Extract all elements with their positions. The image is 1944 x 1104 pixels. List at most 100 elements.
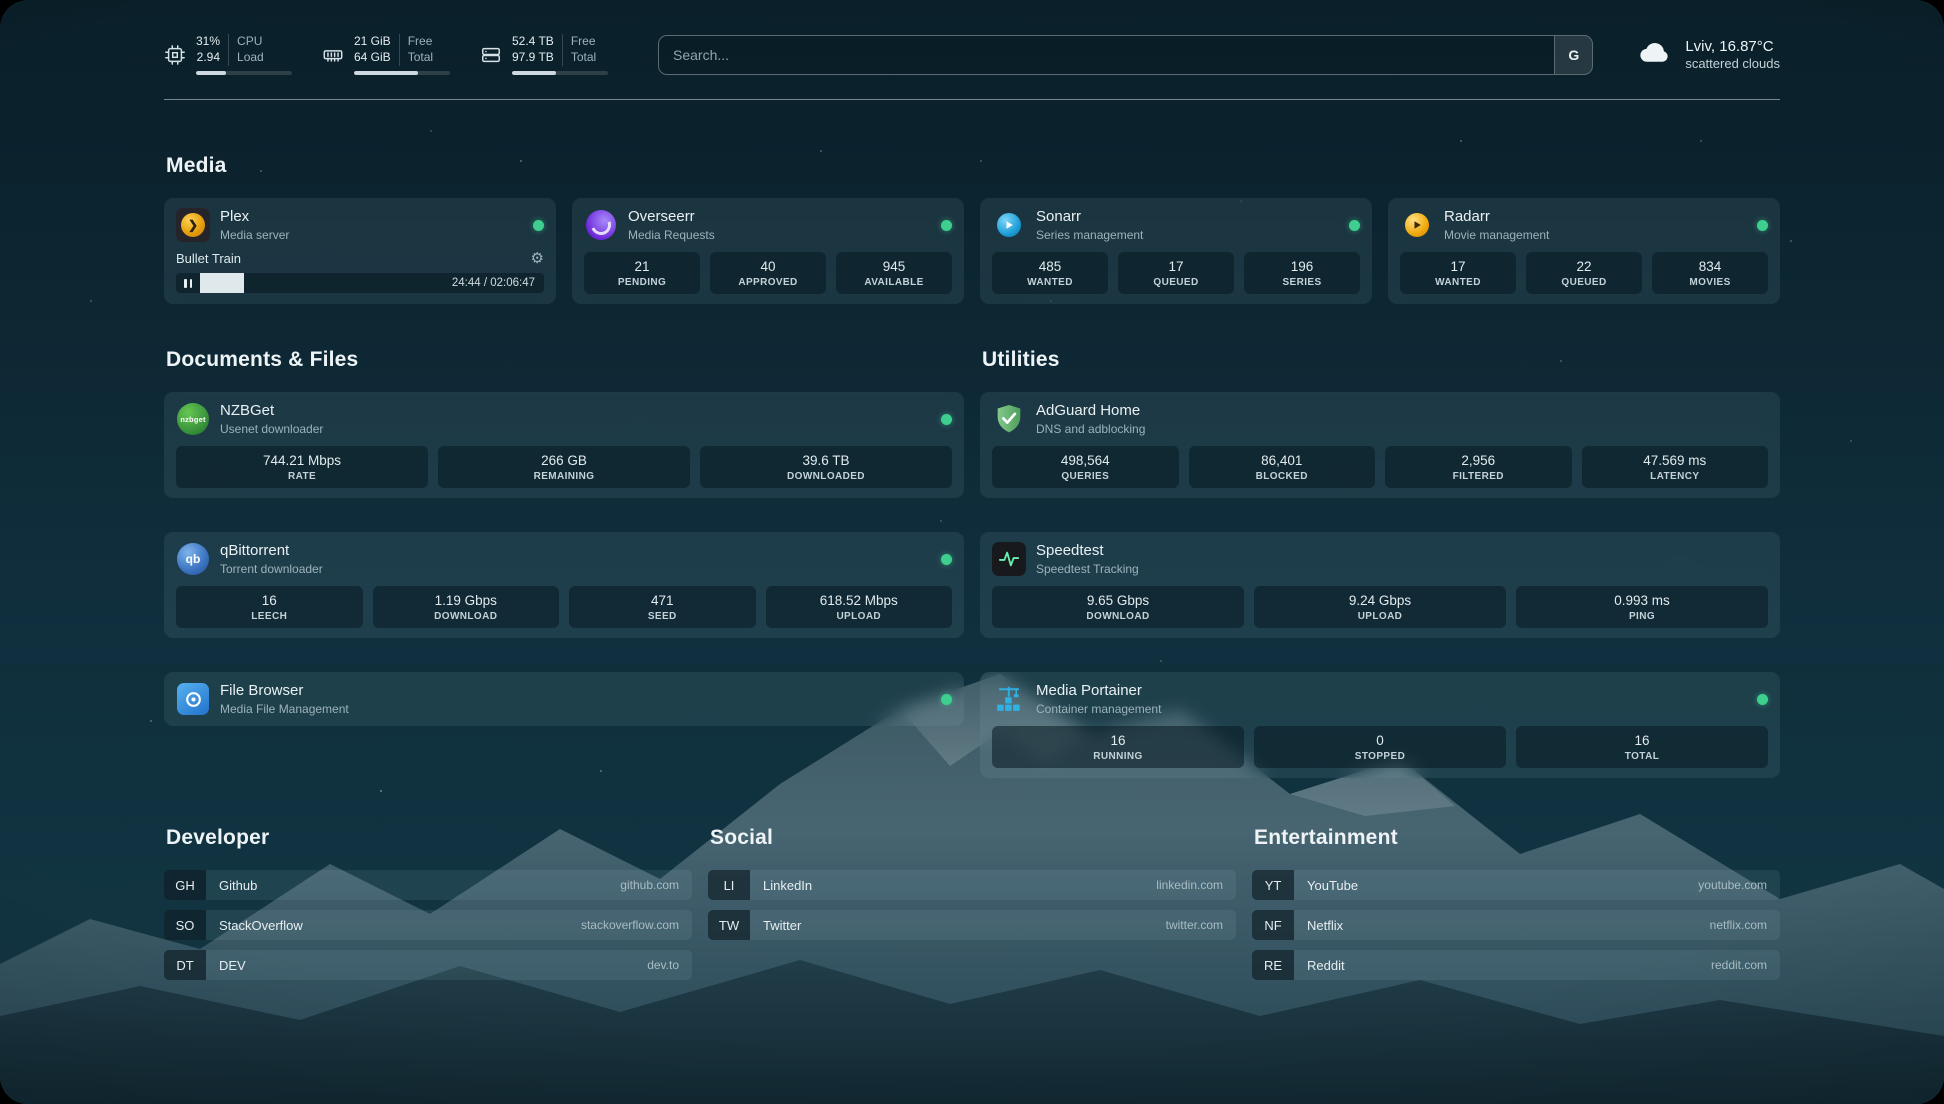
stat-value: 9.24 Gbps — [1258, 593, 1502, 608]
cpu-progress-bar — [196, 71, 292, 75]
bookmark-url: netflix.com — [1710, 910, 1780, 940]
section-utilities: Utilities AdGuard Home DNS and — [980, 348, 1780, 778]
sonarr-link[interactable]: Sonarr Series management — [992, 208, 1360, 242]
stat-value: 47.569 ms — [1586, 453, 1765, 468]
stat-upload: 9.24 Gbps UPLOAD — [1254, 586, 1506, 628]
bookmark-reddit[interactable]: RE Reddit reddit.com — [1252, 950, 1780, 980]
stat-value: 40 — [714, 259, 822, 274]
cpu-icon — [164, 44, 186, 66]
filebrowser-link[interactable]: File Browser Media File Management — [176, 682, 952, 716]
stat-latency: 47.569 ms LATENCY — [1582, 446, 1769, 488]
bookmark-abbr: LI — [708, 870, 750, 900]
nzbget-link[interactable]: nzbget NZBGet Usenet downloader — [176, 402, 952, 436]
radarr-link[interactable]: Radarr Movie management — [1400, 208, 1768, 242]
stat-label: FILTERED — [1389, 471, 1568, 482]
status-indicator — [1349, 220, 1360, 231]
bookmark-abbr: GH — [164, 870, 206, 900]
service-card-qbittorrent: qb qBittorrent Torrent downloader 16 LEE… — [164, 532, 964, 638]
stat-label: LATENCY — [1586, 471, 1765, 482]
search-provider-button[interactable]: G — [1554, 36, 1592, 74]
bookmark-twitter[interactable]: TW Twitter twitter.com — [708, 910, 1236, 940]
bookmark-linkedin[interactable]: LI LinkedIn linkedin.com — [708, 870, 1236, 900]
plex-link[interactable]: ❯ Plex Media server — [176, 208, 544, 242]
service-name: File Browser — [220, 682, 349, 701]
speedtest-link[interactable]: Speedtest Speedtest Tracking — [992, 542, 1768, 576]
section-title-documents: Documents & Files — [166, 348, 964, 372]
weather-widget[interactable]: Lviv, 16.87°C scattered clouds — [1637, 34, 1780, 75]
bookmark-url: github.com — [620, 870, 692, 900]
stat-label: APPROVED — [714, 277, 822, 288]
overseerr-link[interactable]: Overseerr Media Requests — [584, 208, 952, 242]
bookmark-dev[interactable]: DT DEV dev.to — [164, 950, 692, 980]
stat-label: PENDING — [588, 277, 696, 288]
service-card-overseerr: Overseerr Media Requests 21 PENDING 40 A… — [572, 198, 964, 304]
stat-label: QUERIES — [996, 471, 1175, 482]
memory-free-value: 21 GiB — [354, 34, 399, 50]
stat-label: LEECH — [180, 611, 359, 622]
disk-free-label: Free — [562, 34, 608, 50]
stat-value: 485 — [996, 259, 1104, 274]
memory-total-label: Total — [399, 50, 450, 66]
playback-progress-fill — [200, 273, 244, 293]
bookmark-github[interactable]: GH Github github.com — [164, 870, 692, 900]
stat-ping: 0.993 ms PING — [1516, 586, 1768, 628]
stat-value: 196 — [1248, 259, 1356, 274]
service-name: Plex — [220, 208, 289, 227]
status-indicator — [1757, 220, 1768, 231]
cpu-widget: 31% CPU 2.94 Load — [164, 34, 292, 74]
service-name: Media Portainer — [1036, 682, 1161, 701]
stat-value: 1.19 Gbps — [377, 593, 556, 608]
overseerr-icon — [584, 208, 618, 242]
status-indicator — [941, 220, 952, 231]
cpu-load-label: Load — [228, 50, 292, 66]
bookmark-name: Netflix — [1294, 910, 1356, 940]
resource-widgets: 31% CPU 2.94 Load — [164, 34, 608, 74]
portainer-icon — [992, 682, 1026, 716]
stat-value: 266 GB — [442, 453, 686, 468]
service-card-sonarr: Sonarr Series management 485 WANTED 17 Q… — [980, 198, 1372, 304]
dashboard-page: 31% CPU 2.94 Load — [0, 0, 1944, 1104]
stat-label: DOWNLOADED — [704, 471, 948, 482]
service-card-speedtest: Speedtest Speedtest Tracking 9.65 Gbps D… — [980, 532, 1780, 638]
service-name: Radarr — [1444, 208, 1549, 227]
header-divider — [164, 99, 1780, 100]
stat-wanted: 485 WANTED — [992, 252, 1108, 294]
section-title-social: Social — [710, 826, 1236, 850]
stat-value: 0.993 ms — [1520, 593, 1764, 608]
qbittorrent-link[interactable]: qb qBittorrent Torrent downloader — [176, 542, 952, 576]
stat-value: 9.65 Gbps — [996, 593, 1240, 608]
stat-label: UPLOAD — [770, 611, 949, 622]
search-input[interactable] — [659, 36, 1554, 74]
stat-label: QUEUED — [1530, 277, 1638, 288]
bookmark-stackoverflow[interactable]: SO StackOverflow stackoverflow.com — [164, 910, 692, 940]
portainer-link[interactable]: Media Portainer Container management — [992, 682, 1768, 716]
bookmark-name: StackOverflow — [206, 910, 316, 940]
cloud-icon — [1637, 34, 1673, 75]
stat-value: 834 — [1656, 259, 1764, 274]
filebrowser-icon — [176, 682, 210, 716]
cpu-usage-label: CPU — [228, 34, 292, 50]
settings-gear-icon[interactable]: ⚙ — [531, 251, 544, 266]
service-description: Media File Management — [220, 702, 349, 716]
pause-button[interactable] — [176, 273, 200, 293]
bookmark-url: dev.to — [647, 950, 692, 980]
section-media: Media ❯ Plex Media server Bullet Train ⚙ — [164, 154, 1780, 304]
service-name: Speedtest — [1036, 542, 1139, 561]
service-description: Torrent downloader — [220, 562, 323, 576]
stat-pending: 21 PENDING — [584, 252, 700, 294]
bookmark-group-social: Social LI LinkedIn linkedin.com TW Twitt… — [708, 826, 1236, 990]
header-bar: 31% CPU 2.94 Load — [164, 0, 1780, 75]
stat-label: PING — [1520, 611, 1764, 622]
playback-progress-bar[interactable]: 24:44 / 02:06:47 — [176, 273, 544, 293]
stat-queued: 22 QUEUED — [1526, 252, 1642, 294]
cpu-load-value: 2.94 — [196, 50, 228, 66]
stat-label: REMAINING — [442, 471, 686, 482]
bookmark-name: Reddit — [1294, 950, 1358, 980]
bookmark-netflix[interactable]: NF Netflix netflix.com — [1252, 910, 1780, 940]
stat-remaining: 266 GB REMAINING — [438, 446, 690, 488]
adguard-link[interactable]: AdGuard Home DNS and adblocking — [992, 402, 1768, 436]
stat-seed: 471 SEED — [569, 586, 756, 628]
bookmark-youtube[interactable]: YT YouTube youtube.com — [1252, 870, 1780, 900]
bookmark-abbr: TW — [708, 910, 750, 940]
service-name: Sonarr — [1036, 208, 1143, 227]
